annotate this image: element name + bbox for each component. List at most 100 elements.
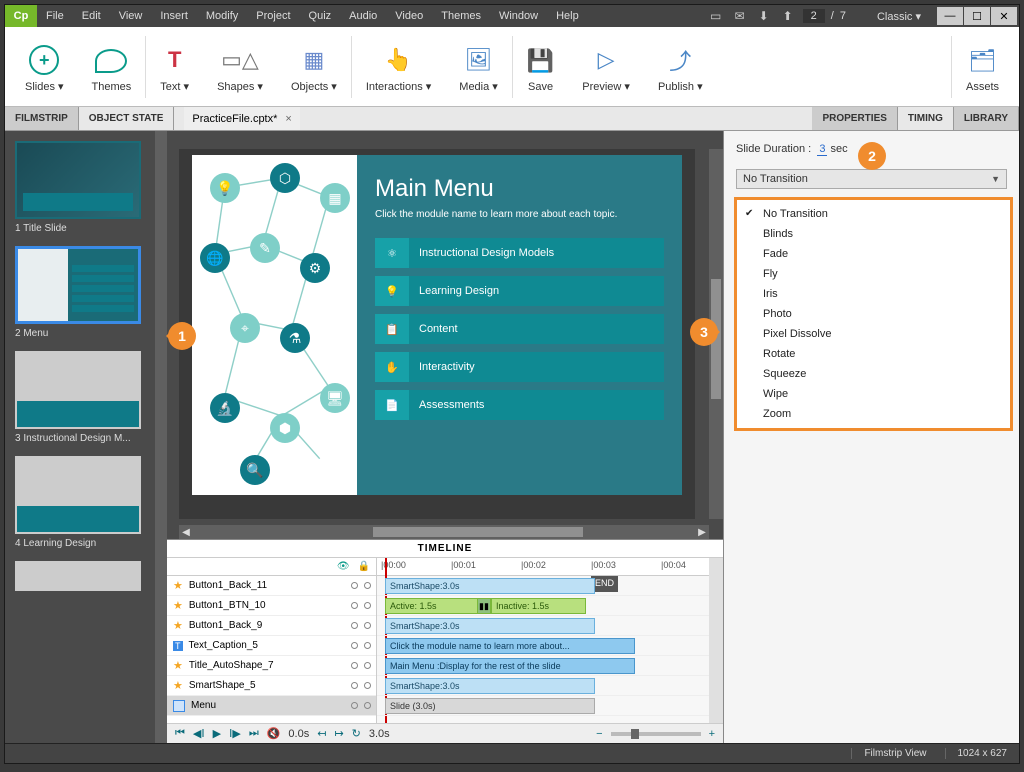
transition-option[interactable]: Blinds xyxy=(737,224,1010,244)
menu-themes[interactable]: Themes xyxy=(432,10,490,22)
ribbon-assets[interactable]: 🗂 Assets xyxy=(952,27,1013,106)
lock-icon[interactable]: 🔒 xyxy=(358,561,370,572)
transition-option[interactable]: Pixel Dissolve xyxy=(737,324,1010,344)
timeline-track[interactable]: SmartShape:3.0s xyxy=(377,676,709,696)
menu-audio[interactable]: Audio xyxy=(340,10,386,22)
transition-option[interactable]: ✔No Transition xyxy=(737,204,1010,224)
tab-object-state[interactable]: OBJECT STATE xyxy=(79,107,175,130)
transition-option[interactable]: Zoom xyxy=(737,404,1010,424)
slide-thumb-2[interactable] xyxy=(15,246,141,324)
menu-quiz[interactable]: Quiz xyxy=(300,10,341,22)
timeline-track[interactable]: Main Menu :Display for the rest of the s… xyxy=(377,656,709,676)
menu-insert[interactable]: Insert xyxy=(151,10,197,22)
ribbon-interactions[interactable]: 👆 Interactions ▾ xyxy=(352,27,445,106)
timeline-track[interactable]: SmartShape:3.0s xyxy=(377,616,709,636)
zoom-slider[interactable] xyxy=(611,732,701,736)
next-marker-icon[interactable]: ↦ xyxy=(334,727,343,740)
ribbon-themes[interactable]: Themes xyxy=(78,27,146,106)
file-tab[interactable]: PracticeFile.cptx*× xyxy=(184,107,299,130)
upload-icon[interactable]: ⬆ xyxy=(779,9,797,23)
filmstrip-scrollbar[interactable] xyxy=(155,131,167,743)
maximize-button[interactable]: ☐ xyxy=(964,7,990,25)
workspace-selector[interactable]: Classic ▾ xyxy=(868,10,930,23)
ribbon-text[interactable]: T Text ▾ xyxy=(146,27,203,106)
menu-video[interactable]: Video xyxy=(386,10,432,22)
slide-thumb-3[interactable] xyxy=(15,351,141,429)
ribbon: + Slides ▾ Themes T Text ▾ ▭△ Shapes ▾ ▦… xyxy=(5,27,1019,107)
timeline-track[interactable]: SmartShape:3.0s xyxy=(377,576,709,596)
menu-file[interactable]: File xyxy=(37,10,73,22)
loop-icon[interactable]: ↻ xyxy=(352,727,361,740)
menu-row[interactable]: 📋Content xyxy=(375,314,664,344)
minimize-button[interactable]: — xyxy=(937,7,963,25)
close-button[interactable]: ✕ xyxy=(991,7,1017,25)
transition-option[interactable]: Fade xyxy=(737,244,1010,264)
page-current[interactable]: 2 xyxy=(803,9,825,23)
mute-icon[interactable]: 🔇 xyxy=(267,727,281,740)
ribbon-slides[interactable]: + Slides ▾ xyxy=(11,27,78,106)
timeline-layer[interactable]: ★Button1_Back_11 xyxy=(167,576,376,596)
ribbon-objects[interactable]: ▦ Objects ▾ xyxy=(277,27,351,106)
transition-option[interactable]: Photo xyxy=(737,304,1010,324)
slide-thumb-5[interactable] xyxy=(15,561,141,591)
slide-thumb-4[interactable] xyxy=(15,456,141,534)
star-icon: ★ xyxy=(173,579,183,592)
menu-view[interactable]: View xyxy=(110,10,152,22)
timeline-layer[interactable]: TText_Caption_5 xyxy=(167,636,376,656)
step-fwd-icon[interactable]: Ⅰ▶ xyxy=(229,727,241,740)
play-icon[interactable]: ▶ xyxy=(213,727,221,740)
ribbon-save[interactable]: 💾 Save xyxy=(513,27,568,106)
timeline-layer[interactable]: ★Button1_BTN_10 xyxy=(167,596,376,616)
transition-option[interactable]: Wipe xyxy=(737,384,1010,404)
transition-option[interactable]: Fly xyxy=(737,264,1010,284)
timeline-vscrollbar[interactable] xyxy=(709,558,723,723)
menu-modify[interactable]: Modify xyxy=(197,10,247,22)
notification-icon[interactable]: ▭ xyxy=(707,9,725,23)
slide-thumb-1[interactable] xyxy=(15,141,141,219)
transition-select[interactable]: No Transition▼ xyxy=(736,169,1007,189)
menu-row[interactable]: ✋Interactivity xyxy=(375,352,664,382)
menu-edit[interactable]: Edit xyxy=(73,10,110,22)
prev-marker-icon[interactable]: ↤ xyxy=(317,727,326,740)
timeline-layer[interactable]: ★Button1_Back_9 xyxy=(167,616,376,636)
menu-project[interactable]: Project xyxy=(247,10,299,22)
ribbon-preview[interactable]: ▷ Preview ▾ xyxy=(568,27,644,106)
eye-icon[interactable]: 👁 xyxy=(337,561,350,572)
tab-library[interactable]: LIBRARY xyxy=(954,107,1019,130)
close-file-icon[interactable]: × xyxy=(285,113,291,125)
timeline-layer[interactable]: ★Title_AutoShape_7 xyxy=(167,656,376,676)
objects-icon: ▦ xyxy=(303,40,324,80)
add-slide-icon: + xyxy=(29,45,59,75)
tab-timing[interactable]: TIMING xyxy=(898,107,954,130)
tab-properties[interactable]: PROPERTIES xyxy=(812,107,897,130)
slide-canvas[interactable]: 💡 ⬡ ▦ 🌐 ✎ ⚙ ⌖ ⚗ 🔬 🖥 ⬢ 🔍 xyxy=(179,149,695,519)
timeline-track[interactable]: Click the module name to learn more abou… xyxy=(377,636,709,656)
ribbon-shapes[interactable]: ▭△ Shapes ▾ xyxy=(203,27,277,106)
download-icon[interactable]: ⬇ xyxy=(755,9,773,23)
transition-option[interactable]: Iris xyxy=(737,284,1010,304)
timeline-track[interactable]: Active: 1.5s▮▮Inactive: 1.5s xyxy=(377,596,709,616)
transition-option[interactable]: Rotate xyxy=(737,344,1010,364)
callout-2: 2 xyxy=(858,142,886,170)
duration-value[interactable]: 3 xyxy=(817,143,827,156)
timeline-layer[interactable]: Menu xyxy=(167,696,376,716)
menu-row[interactable]: 📄Assessments xyxy=(375,390,664,420)
transition-option[interactable]: Squeeze xyxy=(737,364,1010,384)
step-back-icon[interactable]: ◀Ⅰ xyxy=(193,727,205,740)
menu-row[interactable]: 💡Learning Design xyxy=(375,276,664,306)
timeline-layer[interactable]: ★SmartShape_5 xyxy=(167,676,376,696)
mail-icon[interactable]: ✉ xyxy=(731,9,749,23)
ribbon-media[interactable]: 🖼 Media ▾ xyxy=(445,27,512,106)
menu-row[interactable]: ⚛Instructional Design Models xyxy=(375,238,664,268)
rewind-end-icon[interactable]: ⏭ xyxy=(249,727,259,740)
menu-window[interactable]: Window xyxy=(490,10,547,22)
timeline-track[interactable]: Slide (3.0s) xyxy=(377,696,709,716)
zoom-in-icon[interactable]: + xyxy=(709,728,715,740)
rewind-start-icon[interactable]: ⏮ xyxy=(175,727,185,740)
timeline-ruler[interactable]: |00:00 |00:01 |00:02 |00:03 |00:04 xyxy=(377,558,709,576)
menu-help[interactable]: Help xyxy=(547,10,588,22)
zoom-out-icon[interactable]: − xyxy=(596,728,602,740)
canvas-hscrollbar[interactable]: ◀▶ xyxy=(179,525,709,539)
tab-filmstrip[interactable]: FILMSTRIP xyxy=(5,107,79,130)
ribbon-publish[interactable]: ⤴ Publish ▾ xyxy=(644,27,717,106)
